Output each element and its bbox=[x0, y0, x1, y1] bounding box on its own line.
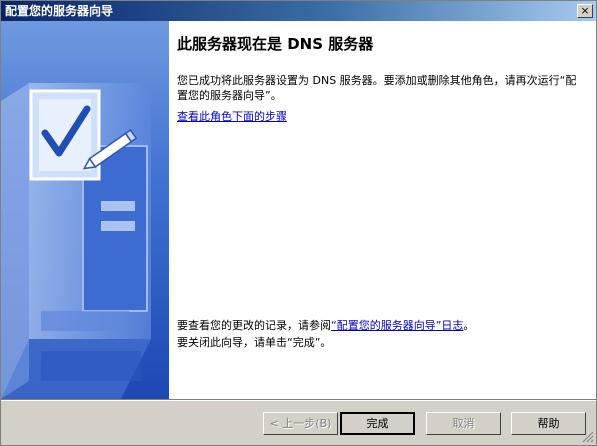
side-banner bbox=[1, 21, 169, 399]
log-instruction: 要查看您的更改的记录，请参阅“配置您的服务器向导”日志。 bbox=[177, 318, 474, 333]
wizard-window: 配置您的服务器向导 × 此服务器现在是 DNS 服务器 您已成功将此服务器设置为… bbox=[0, 0, 597, 446]
view-steps-link[interactable]: 查看此角色下面的步骤 bbox=[177, 109, 287, 124]
finish-instruction: 要关闭此向导，请单击“完成”。 bbox=[177, 336, 332, 349]
window-title: 配置您的服务器向导 bbox=[5, 4, 114, 18]
finish-button[interactable]: 完成 bbox=[340, 412, 415, 435]
log-suffix-text: 。 bbox=[463, 319, 475, 332]
page-heading: 此服务器现在是 DNS 服务器 bbox=[177, 35, 374, 53]
back-button[interactable]: < 上一步(B) bbox=[263, 412, 338, 435]
wizard-client-area: 此服务器现在是 DNS 服务器 您已成功将此服务器设置为 DNS 服务器。要添加… bbox=[1, 21, 596, 399]
resize-grip-icon[interactable] bbox=[582, 431, 594, 443]
checklist-clipboard-icon bbox=[1, 83, 151, 399]
wizard-content: 此服务器现在是 DNS 服务器 您已成功将此服务器设置为 DNS 服务器。要添加… bbox=[169, 21, 596, 399]
help-button[interactable]: 帮助 bbox=[511, 412, 586, 435]
log-prefix-text: 要查看您的更改的记录，请参阅 bbox=[177, 319, 331, 332]
cancel-button[interactable]: 取消 bbox=[426, 412, 501, 435]
close-icon: × bbox=[580, 4, 590, 17]
completion-description: 您已成功将此服务器设置为 DNS 服务器。要添加或删除其他角色，请再次运行“配置… bbox=[177, 74, 577, 102]
button-separator bbox=[1, 399, 596, 401]
close-button[interactable]: × bbox=[577, 4, 593, 18]
wizard-log-link[interactable]: “配置您的服务器向导”日志 bbox=[331, 319, 463, 332]
title-bar[interactable]: 配置您的服务器向导 × bbox=[1, 1, 596, 21]
